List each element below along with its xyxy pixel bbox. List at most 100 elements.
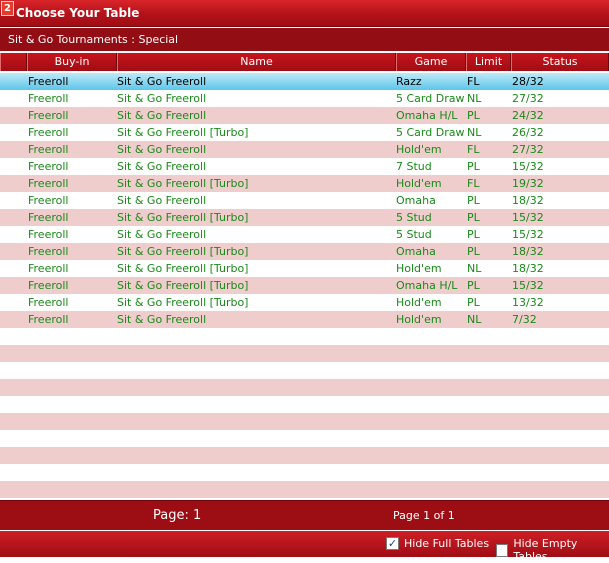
cell-buyin: Freeroll <box>28 279 69 292</box>
hide-full-tables-checkbox[interactable]: ✓ <box>386 537 399 550</box>
cell-game: Omaha H/L <box>396 279 458 292</box>
table-row[interactable]: Freeroll Sit & Go Freeroll Hold'em FL 27/32 <box>0 141 609 158</box>
cell-limit: PL <box>467 194 480 207</box>
cell-name: Sit & Go Freeroll [Turbo] <box>117 126 249 139</box>
filter-bar: ✓ Hide Full Tables Hide Empty Tables <box>0 531 609 563</box>
cell-game: Hold'em <box>396 143 442 156</box>
cell-status: 15/32 <box>512 211 544 224</box>
cell-name: Sit & Go Freeroll <box>117 109 207 122</box>
header-buyin[interactable]: Buy-in <box>27 53 117 71</box>
cell-limit: PL <box>467 160 480 173</box>
empty-rows-area <box>0 328 609 500</box>
table-row[interactable]: Freeroll Sit & Go Freeroll Hold'em NL 7/32 <box>0 311 609 328</box>
cell-limit: FL <box>467 143 480 156</box>
cell-limit: PL <box>467 279 480 292</box>
window-title: Choose Your Table <box>16 6 140 20</box>
header-blank[interactable] <box>0 53 27 71</box>
app-icon: 2 <box>1 1 14 16</box>
cell-status: 18/32 <box>512 194 544 207</box>
cell-buyin: Freeroll <box>28 143 69 156</box>
cell-game: Omaha <box>396 194 436 207</box>
cell-game: Omaha <box>396 245 436 258</box>
cell-buyin: Freeroll <box>28 126 69 139</box>
cell-limit: NL <box>467 313 482 326</box>
cell-buyin: Freeroll <box>28 92 69 105</box>
cell-name: Sit & Go Freeroll <box>117 194 207 207</box>
cell-game: Hold'em <box>396 177 442 190</box>
table-row[interactable]: Freeroll Sit & Go Freeroll [Turbo] 5 Stud P… <box>0 209 609 226</box>
cell-game: Razz <box>396 75 422 88</box>
cell-name: Sit & Go Freeroll [Turbo] <box>117 262 249 275</box>
table-row[interactable]: Freeroll Sit & Go Freeroll [Turbo] 5 Card … <box>0 124 609 141</box>
cell-buyin: Freeroll <box>28 245 69 258</box>
cell-buyin: Freeroll <box>28 211 69 224</box>
table-row[interactable]: Freeroll Sit & Go Freeroll [Turbo] Hold'em… <box>0 175 609 192</box>
table-row[interactable]: Freeroll Sit & Go Freeroll Omaha PL 18/32 <box>0 192 609 209</box>
cell-buyin: Freeroll <box>28 262 69 275</box>
table-row[interactable]: Freeroll Sit & Go Freeroll [Turbo] Omaha PL… <box>0 243 609 260</box>
cell-limit: PL <box>467 228 480 241</box>
table-row[interactable]: Freeroll Sit & Go Freeroll [Turbo] Hold'em… <box>0 294 609 311</box>
cell-name: Sit & Go Freeroll <box>117 92 207 105</box>
header-status[interactable]: Status <box>511 53 609 71</box>
title-bar: 2 Choose Your Table <box>0 0 609 27</box>
cell-limit: NL <box>467 262 482 275</box>
table-row[interactable]: Freeroll Sit & Go Freeroll [Turbo] Omaha H… <box>0 277 609 294</box>
cell-buyin: Freeroll <box>28 75 69 88</box>
cell-game: 5 Stud <box>396 228 432 241</box>
header-limit[interactable]: Limit <box>466 53 511 71</box>
cell-status: 15/32 <box>512 228 544 241</box>
cell-limit: FL <box>467 75 480 88</box>
cell-limit: NL <box>467 126 482 139</box>
hide-full-tables-label: Hide Full Tables <box>404 537 490 550</box>
table-row[interactable]: Freeroll Sit & Go Freeroll 7 Stud PL 15/32 <box>0 158 609 175</box>
cell-game: 5 Card Draw <box>396 126 465 139</box>
cell-buyin: Freeroll <box>28 194 69 207</box>
category-bar: Sit & Go Tournaments : Special <box>0 28 609 51</box>
cell-name: Sit & Go Freeroll [Turbo] <box>117 245 249 258</box>
table-row[interactable]: Freeroll Sit & Go Freeroll 5 Stud PL 15/32 <box>0 226 609 243</box>
cell-buyin: Freeroll <box>28 296 69 309</box>
cell-name: Sit & Go Freeroll [Turbo] <box>117 211 249 224</box>
cell-name: Sit & Go Freeroll <box>117 313 207 326</box>
cell-game: 5 Card Draw <box>396 92 465 105</box>
pagination-bar: Page: 1 Page 1 of 1 <box>0 500 609 530</box>
cell-name: Sit & Go Freeroll [Turbo] <box>117 279 249 292</box>
category-label: Sit & Go Tournaments : Special <box>8 33 179 46</box>
table-list: Freeroll Sit & Go Freeroll Razz FL 28/32 Free… <box>0 73 609 328</box>
header-name[interactable]: Name <box>117 53 396 71</box>
table-row[interactable]: Freeroll Sit & Go Freeroll 5 Card Draw NL 27… <box>0 90 609 107</box>
cell-status: 28/32 <box>512 75 544 88</box>
cell-game: 7 Stud <box>396 160 432 173</box>
hide-empty-tables-checkbox[interactable] <box>496 543 509 557</box>
cell-name: Sit & Go Freeroll [Turbo] <box>117 177 249 190</box>
cell-limit: NL <box>467 92 482 105</box>
cell-name: Sit & Go Freeroll [Turbo] <box>117 296 249 309</box>
table-row[interactable]: Freeroll Sit & Go Freeroll Razz FL 28/32 <box>0 73 609 90</box>
cell-buyin: Freeroll <box>28 109 69 122</box>
hide-full-tables-option[interactable]: ✓ Hide Full Tables <box>386 537 489 550</box>
page-count: Page 1 of 1 <box>393 509 455 522</box>
column-headers: Buy-in Name Game Limit Status <box>0 53 609 71</box>
cell-status: 15/32 <box>512 160 544 173</box>
cell-buyin: Freeroll <box>28 160 69 173</box>
cell-status: 18/32 <box>512 245 544 258</box>
cell-status: 7/32 <box>512 313 537 326</box>
cell-status: 24/32 <box>512 109 544 122</box>
cell-game: Hold'em <box>396 262 442 275</box>
table-row[interactable]: Freeroll Sit & Go Freeroll Omaha H/L PL 24/3… <box>0 107 609 124</box>
cell-game: 5 Stud <box>396 211 432 224</box>
cell-status: 18/32 <box>512 262 544 275</box>
hide-empty-tables-option[interactable]: Hide Empty Tables <box>496 537 609 563</box>
cell-status: 13/32 <box>512 296 544 309</box>
cell-name: Sit & Go Freeroll <box>117 228 207 241</box>
header-game[interactable]: Game <box>396 53 466 71</box>
cell-name: Sit & Go Freeroll <box>117 143 207 156</box>
cell-game: Hold'em <box>396 313 442 326</box>
cell-status: 15/32 <box>512 279 544 292</box>
table-row[interactable]: Freeroll Sit & Go Freeroll [Turbo] Hold'em… <box>0 260 609 277</box>
cell-limit: PL <box>467 245 480 258</box>
cell-buyin: Freeroll <box>28 228 69 241</box>
cell-game: Omaha H/L <box>396 109 458 122</box>
cell-status: 19/32 <box>512 177 544 190</box>
